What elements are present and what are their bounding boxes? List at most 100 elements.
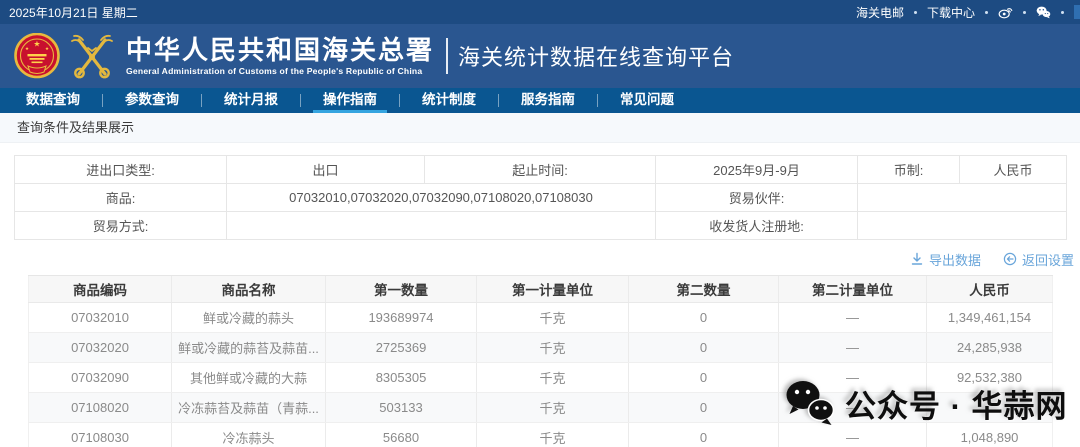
date-range-label: 起止时间:: [425, 156, 656, 184]
nav-item-faq[interactable]: 常见问题: [606, 88, 688, 113]
query-conditions-panel: 进出口类型: 出口 起止时间: 2025年9月-9月 币制: 人民币 商品: 0…: [14, 155, 1066, 240]
nav-separator: [201, 94, 202, 107]
wechat-icon[interactable]: [1036, 5, 1051, 20]
header-second-unit: 第二计量单位: [779, 276, 927, 303]
svg-text:★: ★: [25, 46, 29, 51]
table-header-row: 商品编码 商品名称 第一数量 第一计量单位 第二数量 第二计量单位 人民币: [29, 276, 1053, 303]
org-title-cn: 中华人民共和国海关总署: [126, 36, 434, 64]
download-center-link[interactable]: 下载中心: [927, 4, 975, 21]
export-data-label: 导出数据: [929, 250, 981, 269]
registration-place-label: 收发货人注册地:: [656, 212, 858, 240]
header-second-quantity: 第二数量: [629, 276, 779, 303]
table-row: 07032020 鲜或冷藏的蒜苔及蒜苗... 2725369 千克 0 — 24…: [29, 333, 1053, 363]
commodity-value: 07032010,07032020,07032090,07108020,0710…: [227, 184, 656, 212]
table-row: 07032090 其他鲜或冷藏的大蒜 8305305 千克 0 — 92,532…: [29, 363, 1053, 393]
main-nav: 数据查询 参数查询 统计月报 操作指南 统计制度 服务指南 常见问题: [0, 88, 1080, 113]
cell-unit2: —: [779, 423, 927, 447]
cell-code: 07032090: [29, 363, 172, 393]
nav-item-param-query[interactable]: 参数查询: [111, 88, 193, 113]
date-range-value: 2025年9月-9月: [656, 156, 858, 184]
cell-unit1: 千克: [477, 303, 629, 333]
cell-name: 冷冻蒜头: [172, 423, 326, 447]
trade-partner-label: 贸易伙伴:: [656, 184, 858, 212]
nav-item-service-guide[interactable]: 服务指南: [507, 88, 589, 113]
cell-name: 冷冻蒜苔及蒜苗（青蒜...: [172, 393, 326, 423]
nav-separator: [300, 94, 301, 107]
nav-separator: [399, 94, 400, 107]
cell-name: 其他鲜或冷藏的大蒜: [172, 363, 326, 393]
download-icon: [910, 252, 924, 266]
header-divider: [446, 38, 448, 74]
trade-partner-value: [858, 184, 1067, 212]
cell-qty1: 503133: [326, 393, 477, 423]
customs-email-link[interactable]: 海关电邮: [856, 4, 904, 21]
dot-separator: [1023, 11, 1026, 14]
cell-qty2: 0: [629, 423, 779, 447]
cell-qty2: 0: [629, 303, 779, 333]
commodity-label: 商品:: [15, 184, 227, 212]
nav-item-operation-guide[interactable]: 操作指南: [309, 88, 391, 113]
platform-title: 海关统计数据在线查询平台: [458, 40, 734, 72]
table-row: 07108030 冷冻蒜头 56680 千克 0 — 1,048,890: [29, 423, 1053, 447]
back-to-settings-label: 返回设置: [1022, 250, 1074, 269]
cell-code: 07108020: [29, 393, 172, 423]
cell-name: 鲜或冷藏的蒜头: [172, 303, 326, 333]
nav-separator: [102, 94, 103, 107]
customs-stats-page: 2025年10月21日 星期二 海关电邮 下载中心 ★ ★ ★: [0, 0, 1080, 447]
org-title-en: General Administration of Customs of the…: [126, 66, 434, 76]
cell-qty1: 193689974: [326, 303, 477, 333]
result-table: 商品编码 商品名称 第一数量 第一计量单位 第二数量 第二计量单位 人民币 07…: [28, 275, 1053, 447]
cell-unit1: 千克: [477, 393, 629, 423]
cell-unit2: —: [779, 363, 927, 393]
trade-mode-value: [227, 212, 656, 240]
cell-unit1: 千克: [477, 363, 629, 393]
header-first-quantity: 第一数量: [326, 276, 477, 303]
svg-text:★: ★: [45, 46, 49, 51]
registration-place-value: [858, 212, 1067, 240]
dot-separator: [985, 11, 988, 14]
weibo-icon[interactable]: [998, 5, 1013, 20]
back-arrow-icon: [1003, 252, 1017, 266]
table-row: 07032010 鲜或冷藏的蒜头 193689974 千克 0 — 1,349,…: [29, 303, 1053, 333]
header-first-unit: 第一计量单位: [477, 276, 629, 303]
cell-rmb: [927, 393, 1053, 423]
result-actions: 导出数据 返回设置: [0, 250, 1074, 268]
nav-item-monthly-report[interactable]: 统计月报: [210, 88, 292, 113]
cell-code: 07032010: [29, 303, 172, 333]
top-utility-bar: 2025年10月21日 星期二 海关电邮 下载中心: [0, 0, 1080, 24]
table-row: 07108020 冷冻蒜苔及蒜苗（青蒜... 503133 千克 0 —: [29, 393, 1053, 423]
cell-qty2: 0: [629, 333, 779, 363]
nav-item-statistics-system[interactable]: 统计制度: [408, 88, 490, 113]
header-rmb: 人民币: [927, 276, 1053, 303]
cell-rmb: 1,048,890: [927, 423, 1053, 447]
cell-unit1: 千克: [477, 423, 629, 447]
export-data-button[interactable]: 导出数据: [910, 250, 981, 269]
nav-item-data-query[interactable]: 数据查询: [12, 88, 94, 113]
current-date: 2025年10月21日 星期二: [9, 4, 138, 21]
cell-unit2: —: [779, 333, 927, 363]
header-commodity-name: 商品名称: [172, 276, 326, 303]
cell-unit2: —: [779, 393, 927, 423]
cell-name: 鲜或冷藏的蒜苔及蒜苗...: [172, 333, 326, 363]
cell-qty1: 8305305: [326, 363, 477, 393]
nav-separator: [597, 94, 598, 107]
cell-code: 07108030: [29, 423, 172, 447]
cell-unit1: 千克: [477, 333, 629, 363]
currency-value: 人民币: [960, 156, 1067, 184]
import-export-type-value: 出口: [227, 156, 425, 184]
svg-text:★: ★: [33, 40, 40, 49]
dot-separator: [914, 11, 917, 14]
import-export-type-label: 进出口类型:: [15, 156, 227, 184]
cell-code: 07032020: [29, 333, 172, 363]
currency-label: 币制:: [858, 156, 960, 184]
cell-qty1: 56680: [326, 423, 477, 447]
breadcrumb: 查询条件及结果展示: [0, 113, 1080, 143]
trade-mode-label: 贸易方式:: [15, 212, 227, 240]
site-header: ★ ★ ★ 中华人民共和国海关总署 General Administration…: [0, 24, 1080, 88]
back-to-settings-button[interactable]: 返回设置: [1003, 250, 1074, 269]
cell-unit2: —: [779, 303, 927, 333]
clipped-toolbar-icon[interactable]: [1074, 5, 1080, 19]
cell-qty2: 0: [629, 393, 779, 423]
dot-separator: [1061, 11, 1064, 14]
header-commodity-code: 商品编码: [29, 276, 172, 303]
